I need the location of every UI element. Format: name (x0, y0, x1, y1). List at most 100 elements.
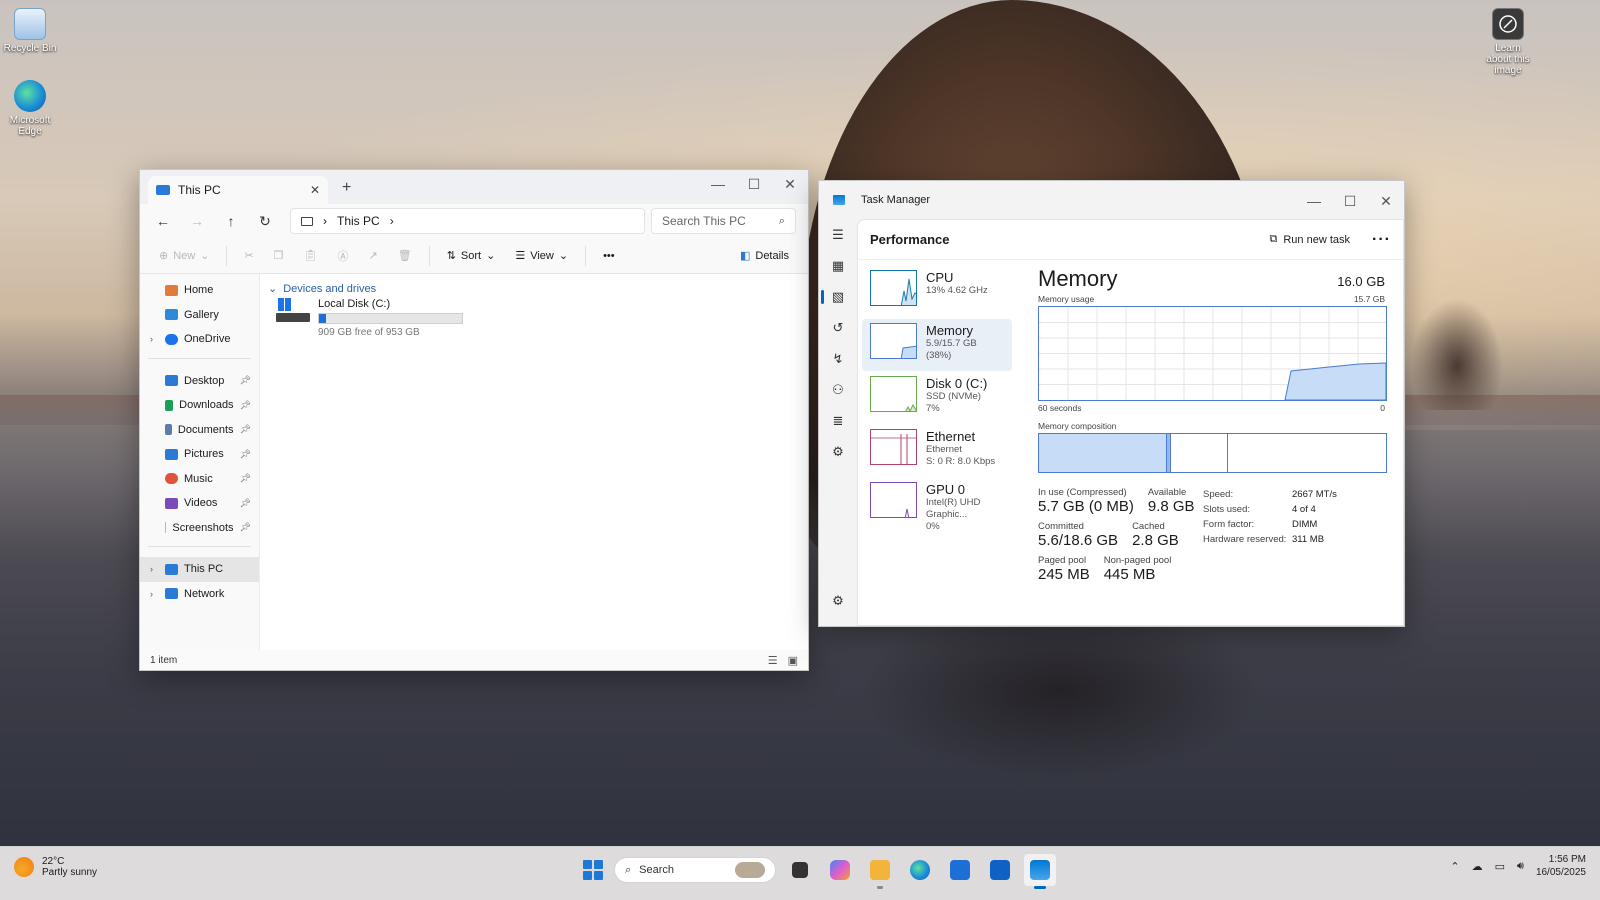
maximize-button[interactable]: ☐ (1332, 187, 1368, 215)
tiles-view-icon[interactable]: ▣ (788, 654, 798, 667)
chevron-down-icon: ⌄ (200, 250, 210, 262)
store-taskbar-button[interactable] (944, 854, 976, 886)
sidebar-item-home[interactable]: Home (140, 278, 259, 303)
edge-taskbar-button[interactable] (904, 854, 936, 886)
minimize-button[interactable]: — (700, 170, 736, 198)
weather-widget[interactable]: 22°C Partly sunny (14, 856, 97, 878)
app-history-icon[interactable]: ↺ (819, 312, 857, 343)
users-icon[interactable]: ⚇ (819, 374, 857, 405)
delete-button[interactable]: 🗑︎ (391, 242, 419, 270)
sort-button[interactable]: ⇅ Sort ⌄ (440, 242, 503, 270)
sidebar-item-desktop[interactable]: Desktop 📌︎ (140, 369, 259, 394)
sidebar-item-gallery[interactable]: Gallery (140, 303, 259, 328)
sidebar-item-onedrive[interactable]: › OneDrive (140, 327, 259, 352)
new-button[interactable]: ⊕ New ⌄ (152, 242, 216, 270)
network-icon[interactable]: ▭ (1495, 860, 1505, 873)
resource-gpu[interactable]: GPU 0 Intel(R) UHD Graphic... 0% (862, 478, 1012, 532)
chevron-right-icon[interactable]: › (150, 564, 153, 574)
maximize-button[interactable]: ☐ (736, 170, 772, 198)
recycle-bin-icon (14, 8, 46, 40)
memory-usage-max: 15.7 GB (1353, 294, 1385, 304)
hamburger-menu-icon[interactable]: ☰ (819, 219, 857, 250)
task-view-button[interactable] (784, 854, 816, 886)
drive-item-local-disk[interactable]: Local Disk (C:) 909 GB free of 953 GB (276, 298, 800, 338)
chevron-up-icon[interactable]: ⌃ (1450, 860, 1459, 873)
wallpaper-sea-stack (1412, 300, 1502, 410)
cut-button[interactable]: ✂ (237, 242, 260, 270)
sidebar-item-music[interactable]: Music 📌︎ (140, 467, 259, 492)
system-tray: ⌃ ☁ ▭ 🔊︎ 1:56 PM 16/05/2025 (1450, 853, 1586, 879)
new-tab-button[interactable]: + (342, 179, 351, 197)
forward-button[interactable]: → (182, 208, 212, 234)
group-header-devices[interactable]: ⌄ Devices and drives (268, 282, 800, 296)
task-manager-taskbar-button[interactable] (1024, 854, 1056, 889)
refresh-button[interactable]: ↻ (250, 208, 280, 234)
processes-icon[interactable]: ▦ (819, 250, 857, 281)
share-button[interactable]: ↗ (362, 242, 385, 270)
more-options-button[interactable]: ··· (1372, 231, 1391, 249)
folder-icon (870, 860, 890, 880)
desktop-icon-recycle-bin[interactable]: Recycle Bin (0, 8, 60, 54)
details-view-icon[interactable]: ☰ (768, 654, 778, 667)
view-button[interactable]: ☰ View ⌄ (508, 242, 575, 270)
onedrive-icon[interactable]: ☁ (1472, 860, 1483, 873)
pin-icon: 📌︎ (239, 375, 251, 386)
volume-icon[interactable]: 🔊︎ (1517, 860, 1524, 873)
startup-apps-icon[interactable]: ↯ (819, 343, 857, 374)
camera-lens-icon (1492, 8, 1524, 40)
breadcrumb[interactable]: This PC (337, 214, 380, 228)
memory-stats: In use (Compressed) 5.7 GB (0 MB) Availab… (1038, 487, 1385, 589)
task-manager-icon (1030, 860, 1050, 880)
details-button[interactable]: ◧ Details (733, 242, 796, 270)
chevron-right-icon[interactable]: › (150, 334, 153, 344)
paste-button[interactable]: 📋︎ (297, 242, 325, 270)
clock[interactable]: 1:56 PM 16/05/2025 (1536, 853, 1586, 879)
up-button[interactable]: ↑ (216, 208, 246, 234)
rename-button[interactable]: Ⓐ (331, 242, 356, 270)
sidebar-item-screenshots[interactable]: Screenshots 📌︎ (140, 516, 259, 541)
address-bar[interactable]: › This PC › (290, 208, 645, 234)
task-manager-content: Performance ⧉ Run new task ··· CPU 13% 4.6… (857, 219, 1404, 626)
close-button[interactable]: ✕ (772, 170, 808, 198)
sidebar-item-network[interactable]: › Network (140, 582, 259, 607)
services-icon[interactable]: ⚙ (819, 436, 857, 467)
document-icon (165, 424, 172, 436)
back-button[interactable]: ← (148, 208, 178, 234)
explorer-tab[interactable]: This PC ✕ (148, 176, 328, 204)
sidebar-item-documents[interactable]: Documents 📌︎ (140, 418, 259, 443)
desktop-icon-learn-about-image[interactable]: Learn about this image (1478, 8, 1538, 76)
sidebar-item-pictures[interactable]: Pictures 📌︎ (140, 442, 259, 467)
outlook-taskbar-button[interactable] (984, 854, 1016, 886)
minimize-button[interactable]: — (1296, 187, 1332, 215)
memory-usage-chart (1039, 307, 1386, 400)
chevron-down-icon: ⌄ (558, 250, 569, 262)
start-button[interactable] (580, 857, 606, 883)
settings-icon[interactable]: ⚙ (819, 585, 857, 616)
file-explorer-taskbar-button[interactable] (864, 854, 896, 889)
details-icon[interactable]: ≣ (819, 405, 857, 436)
memory-usage-graph (1038, 306, 1387, 401)
wallpaper-rock-reflection (860, 600, 1260, 780)
taskbar-search[interactable]: ⌕ Search (614, 857, 776, 883)
resource-ethernet[interactable]: Ethernet Ethernet S: 0 R: 8.0 Kbps (862, 425, 1012, 477)
stat-paged-pool: Paged pool 245 MB (1038, 555, 1090, 583)
copy-button[interactable]: ❐ (267, 242, 291, 270)
sidebar-item-videos[interactable]: Videos 📌︎ (140, 491, 259, 516)
desktop-icon-edge[interactable]: Microsoft Edge (0, 80, 60, 137)
search-input[interactable]: Search This PC ⌕ (651, 208, 796, 234)
resource-cpu[interactable]: CPU 13% 4.62 GHz (862, 266, 1012, 318)
performance-icon[interactable]: ▧ (819, 281, 857, 312)
copilot-button[interactable] (824, 854, 856, 886)
close-tab-icon[interactable]: ✕ (310, 183, 320, 197)
resource-disk[interactable]: Disk 0 (C:) SSD (NVMe) 7% (862, 372, 1012, 424)
resource-memory[interactable]: Memory 5.9/15.7 GB (38%) (862, 319, 1012, 371)
chevron-right-icon[interactable]: › (390, 214, 394, 228)
run-new-task-button[interactable]: ⧉ Run new task (1270, 233, 1351, 246)
task-manager-window-controls: — ☐ ✕ (1296, 187, 1404, 215)
explorer-window-controls: — ☐ ✕ (700, 170, 808, 198)
chevron-right-icon[interactable]: › (150, 589, 153, 599)
sidebar-item-downloads[interactable]: Downloads 📌︎ (140, 393, 259, 418)
sidebar-item-this-pc[interactable]: › This PC (140, 557, 259, 582)
more-options-button[interactable]: ••• (596, 242, 622, 270)
close-button[interactable]: ✕ (1368, 187, 1404, 215)
